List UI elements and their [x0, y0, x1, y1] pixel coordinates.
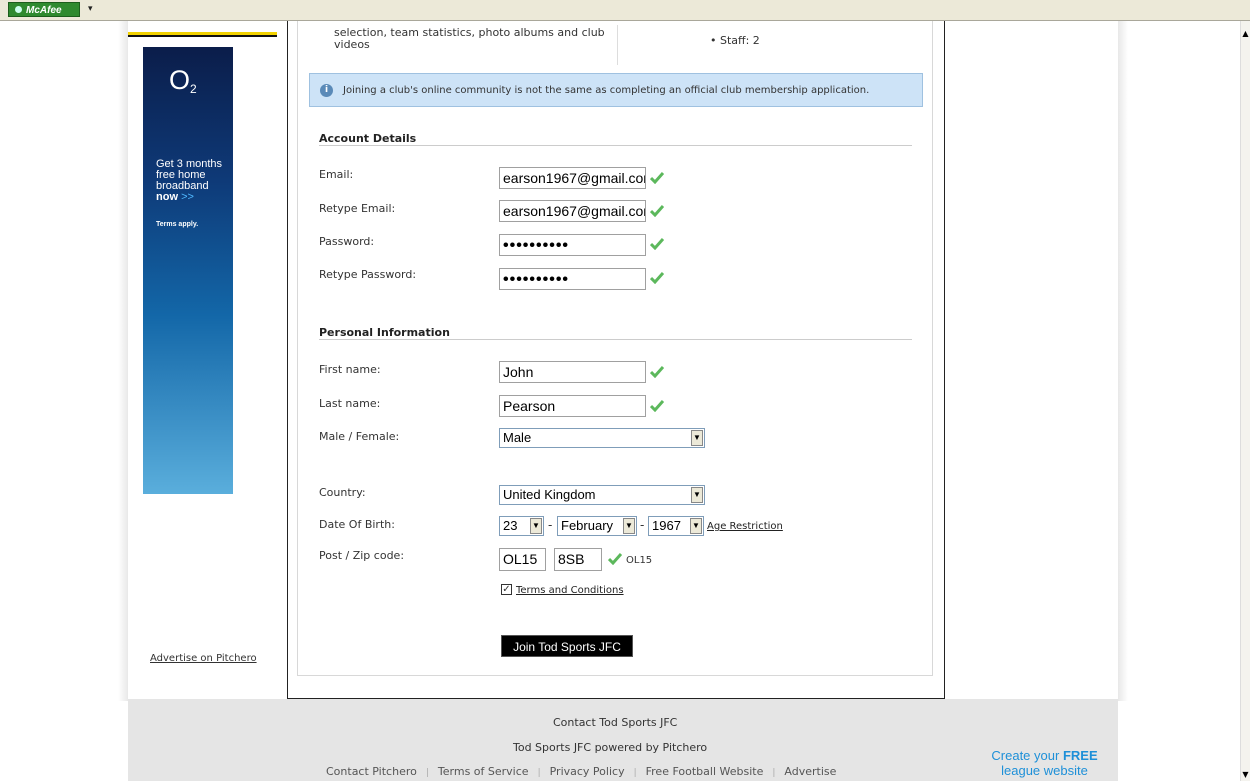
- cta-line-1-bold: FREE: [1062, 748, 1098, 763]
- dob-year-select[interactable]: 1967 ▼: [648, 516, 704, 536]
- gender-select[interactable]: Male ▼: [499, 428, 705, 448]
- footer-separator: |: [537, 768, 541, 778]
- footer-powered-by: Tod Sports JFC powered by Pitchero: [513, 741, 708, 754]
- chevron-down-icon: ▼: [691, 487, 703, 503]
- ad-copy: Get 3 months free home broadband now >>: [156, 159, 236, 203]
- footer-separator: |: [425, 768, 429, 778]
- terms-and-conditions-link[interactable]: Terms and Conditions: [516, 585, 624, 596]
- email-field[interactable]: earson1967@gmail.com: [499, 167, 646, 189]
- dob-month-value: February: [561, 518, 614, 533]
- o2-ad-banner[interactable]: O2 Get 3 months free home broadband now …: [143, 47, 233, 494]
- first-name-valid-check-icon: [650, 366, 664, 378]
- scroll-down-icon[interactable]: ▼: [1241, 770, 1250, 779]
- postcode-outward-field[interactable]: OL15: [499, 548, 546, 571]
- terms-checkbox[interactable]: ✓: [501, 584, 512, 595]
- retype-password-valid-check-icon: [650, 272, 664, 284]
- footer-link-privacy-policy[interactable]: Privacy Policy: [550, 765, 625, 778]
- first-name-field[interactable]: John: [499, 361, 646, 383]
- email-label: Email:: [319, 168, 354, 181]
- personal-information-rule: [319, 339, 912, 340]
- country-label: Country:: [319, 486, 366, 499]
- password-field[interactable]: ••••••••••: [499, 234, 646, 256]
- notice-text: Joining a club's online community is not…: [343, 85, 870, 96]
- gender-select-value: Male: [503, 430, 532, 445]
- footer-separator: |: [633, 768, 637, 778]
- mcafee-dropdown-icon[interactable]: ▾: [88, 2, 93, 17]
- gender-label: Male / Female:: [319, 430, 400, 443]
- chevron-down-icon: ▼: [690, 518, 702, 534]
- footer-link-contact-pitchero[interactable]: Contact Pitchero: [326, 765, 417, 778]
- retype-password-label: Retype Password:: [319, 268, 417, 281]
- last-name-field[interactable]: Pearson: [499, 395, 646, 417]
- page-shadow-right: [1118, 21, 1128, 701]
- browser-toolbar: McAfee ▾: [0, 0, 1250, 21]
- ad-arrows: >>: [181, 191, 194, 203]
- dob-separator: -: [640, 518, 645, 532]
- o2-logo: O2: [169, 65, 197, 96]
- retype-email-field[interactable]: earson1967@gmail.com: [499, 200, 646, 222]
- dob-separator: -: [548, 518, 553, 532]
- footer-contact-link[interactable]: Contact Tod Sports JFC: [553, 716, 677, 729]
- postcode-label: Post / Zip code:: [319, 549, 405, 562]
- info-icon: i: [320, 84, 333, 97]
- vertical-scrollbar[interactable]: ▲ ▼: [1240, 21, 1250, 781]
- chevron-down-icon: ▼: [623, 518, 635, 534]
- age-restriction-link[interactable]: Age Restriction: [707, 521, 783, 532]
- join-club-button[interactable]: Join Tod Sports JFC: [501, 635, 633, 657]
- postcode-inward-field[interactable]: 8SB: [554, 548, 602, 571]
- dob-day-value: 23: [503, 518, 518, 533]
- retype-password-field[interactable]: ••••••••••: [499, 268, 646, 290]
- postcode-valid-check-icon: [608, 553, 622, 565]
- club-features-description: selection, team statistics, photo albums…: [334, 26, 605, 51]
- password-valid-check-icon: [650, 238, 664, 250]
- create-league-website-link[interactable]: Create your FREE league website: [972, 748, 1117, 778]
- ad-now: now: [156, 191, 178, 203]
- scroll-up-icon[interactable]: ▲: [1241, 29, 1250, 38]
- country-select[interactable]: United Kingdom ▼: [499, 485, 705, 505]
- cta-line-2: league website: [1001, 763, 1088, 778]
- email-valid-check-icon: [650, 172, 664, 184]
- dob-year-value: 1967: [652, 518, 681, 533]
- membership-notice: i Joining a club's online community is n…: [309, 73, 923, 107]
- account-details-heading: Account Details: [319, 132, 417, 145]
- personal-information-heading: Personal Information: [319, 326, 450, 339]
- account-details-rule: [319, 145, 912, 146]
- mcafee-shield-icon: [15, 6, 22, 13]
- mcafee-button[interactable]: McAfee: [8, 2, 80, 17]
- ad-terms: Terms apply.: [156, 221, 199, 228]
- dob-label: Date Of Birth:: [319, 518, 395, 531]
- postcode-lookup-hint: OL15: [626, 555, 653, 566]
- footer-links: Contact Pitchero | Terms of Service | Privac…: [326, 765, 836, 778]
- retype-email-valid-check-icon: [650, 205, 664, 217]
- retype-email-label: Retype Email:: [319, 202, 396, 215]
- cta-line-1-prefix: Create your: [991, 748, 1060, 763]
- dob-month-select[interactable]: February ▼: [557, 516, 637, 536]
- ad-column-top-rule: [128, 32, 277, 37]
- last-name-valid-check-icon: [650, 400, 664, 412]
- mcafee-label: McAfee: [26, 5, 62, 16]
- footer-link-advertise[interactable]: Advertise: [784, 765, 836, 778]
- chevron-down-icon: ▼: [530, 518, 542, 534]
- dob-day-select[interactable]: 23 ▼: [499, 516, 544, 536]
- club-info-divider: [617, 25, 618, 65]
- footer-separator: |: [772, 768, 776, 778]
- page-shadow-left: [118, 21, 128, 701]
- last-name-label: Last name:: [319, 397, 381, 410]
- footer-link-free-football-website[interactable]: Free Football Website: [646, 765, 764, 778]
- password-label: Password:: [319, 235, 375, 248]
- advertise-on-pitchero-link[interactable]: Advertise on Pitchero: [150, 653, 257, 664]
- chevron-down-icon: ▼: [691, 430, 703, 446]
- footer-link-terms-of-service[interactable]: Terms of Service: [438, 765, 529, 778]
- staff-count: • Staff: 2: [710, 34, 760, 47]
- form-container: [297, 21, 933, 676]
- first-name-label: First name:: [319, 363, 381, 376]
- country-select-value: United Kingdom: [503, 487, 596, 502]
